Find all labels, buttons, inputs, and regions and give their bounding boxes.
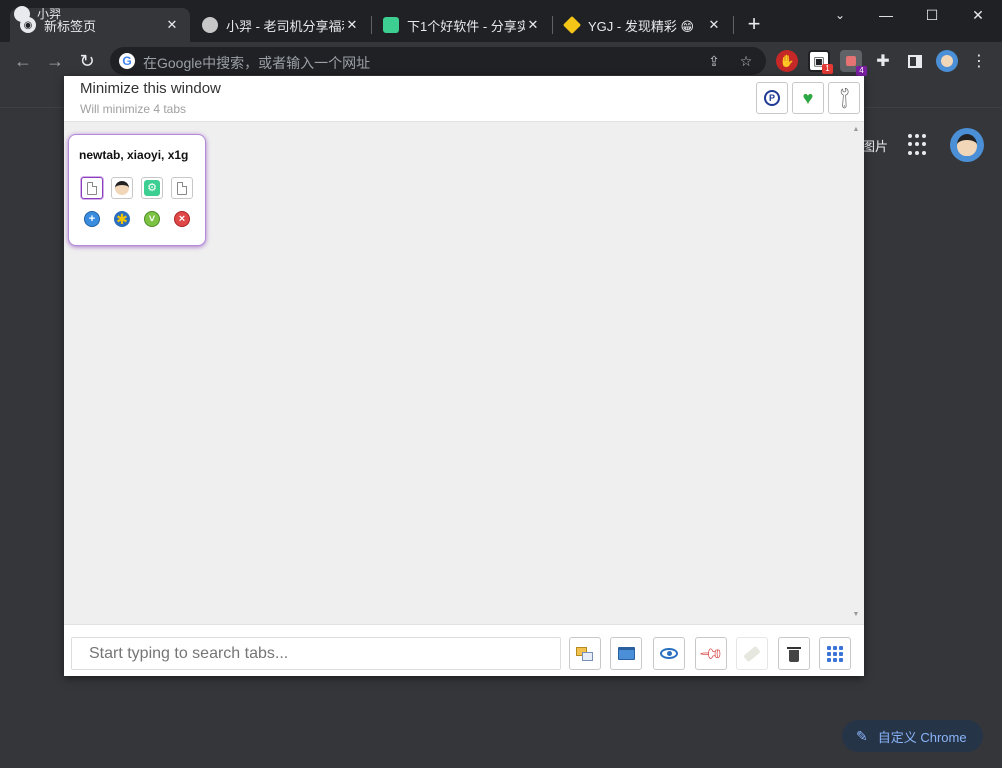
reload-button[interactable]: ↻	[75, 50, 99, 74]
donate-heart-button[interactable]: ♥	[792, 82, 824, 114]
heart-icon: ♥	[802, 88, 814, 108]
new-tab-button[interactable]: +	[742, 12, 766, 36]
tab-icon-x1g[interactable]: ⚙	[141, 177, 163, 199]
extension-badge: 1	[822, 64, 833, 74]
tab-ygj[interactable]: YGJ - 发现精彩 😁 ✕	[554, 8, 732, 42]
account-avatar[interactable]	[950, 128, 984, 162]
software-icon	[383, 17, 399, 33]
tab-title: 下1个好软件 - 分享实用	[407, 18, 525, 34]
tab-title: YGJ - 发现精彩 😁	[588, 18, 694, 34]
folder-icon	[617, 647, 635, 660]
scrollbar-down-arrow[interactable]: ▼	[852, 611, 860, 618]
eraser-icon	[743, 645, 761, 662]
extension-badge: 4	[856, 66, 867, 76]
adblock-extension-icon[interactable]: ✋	[776, 50, 798, 72]
grid-view-button[interactable]	[819, 637, 851, 670]
close-icon[interactable]: ×	[174, 211, 190, 227]
close-window-button[interactable]: ✕	[955, 0, 1001, 30]
folder-tabs-icon	[576, 646, 594, 662]
popup-title: Minimize this window	[80, 80, 221, 97]
share-icon[interactable]: ⇪	[706, 53, 722, 69]
paypal-icon: P	[764, 90, 780, 106]
pin-button[interactable]: 📌︎	[695, 637, 727, 670]
tab-title: 新标签页	[44, 18, 97, 34]
new-window-button[interactable]	[610, 637, 642, 670]
add-icon[interactable]: +	[84, 211, 100, 227]
minimize-window-button[interactable]: —	[863, 0, 909, 30]
tab-divider	[552, 16, 553, 34]
popup-footer: 📌︎	[64, 624, 864, 676]
window-card-title: newtab, xiaoyi, x1g	[79, 148, 189, 162]
popup-subtitle: Will minimize 4 tabs	[80, 102, 187, 116]
search-tabs-input[interactable]	[71, 637, 561, 670]
minimize-icon[interactable]: ˅	[144, 211, 160, 227]
tab-manager-popup: Minimize this window Will minimize 4 tab…	[64, 76, 864, 676]
tab-divider	[733, 16, 734, 34]
close-tab-icon[interactable]: ✕	[525, 17, 541, 33]
tab-x1g[interactable]: 下1个好软件 - 分享实用 ✕	[373, 8, 551, 42]
trash-icon	[787, 646, 801, 662]
preview-button[interactable]	[653, 637, 685, 670]
settings-icon[interactable]: ✱	[114, 211, 130, 227]
tab-icon-xiaoyi[interactable]	[111, 177, 133, 199]
customize-chrome-button[interactable]: ✎ 自定义 Chrome	[842, 720, 983, 752]
avatar-icon	[115, 181, 129, 195]
tab-xiaoyi[interactable]: 小羿 - 老司机分享福利 ✕	[192, 8, 370, 42]
address-bar-placeholder: 在Google中搜索，或者输入一个网址	[143, 55, 371, 71]
grid-icon	[827, 645, 843, 662]
delete-button[interactable]	[778, 637, 810, 670]
back-button[interactable]: ←	[11, 50, 35, 74]
pin-icon: 📌︎	[697, 640, 724, 668]
pencil-icon: ✎	[856, 727, 868, 744]
customize-label: 自定义 Chrome	[877, 729, 967, 745]
bookmark-item[interactable]: 小羿	[14, 5, 61, 22]
more-menu-icon[interactable]: ⋮	[968, 50, 990, 72]
side-panel-icon[interactable]	[904, 50, 926, 72]
google-icon: G	[119, 53, 135, 69]
bookmark-label: 小羿	[37, 7, 62, 21]
extensions-puzzle-icon[interactable]: ✚	[872, 50, 894, 72]
paypal-button[interactable]: P	[756, 82, 788, 114]
tab-icon-ygj[interactable]	[171, 177, 193, 199]
extension-icon[interactable]: ▣ 1	[808, 50, 833, 74]
tab-divider	[371, 16, 372, 34]
google-apps-icon[interactable]	[908, 134, 930, 156]
clear-button[interactable]	[736, 637, 768, 670]
tab-icon-newtab[interactable]	[81, 177, 103, 199]
wrench-icon: 🔧︎	[830, 85, 857, 112]
popup-header: Minimize this window Will minimize 4 tab…	[64, 76, 864, 122]
bookmark-star-icon[interactable]: ☆	[738, 53, 754, 69]
close-tab-icon[interactable]: ✕	[164, 17, 180, 33]
address-bar[interactable]: G 在Google中搜索，或者输入一个网址 ⇪ ☆	[110, 47, 766, 75]
gear-icon: ⚙	[144, 180, 160, 196]
eye-icon	[660, 648, 678, 659]
tab-title: 小羿 - 老司机分享福利	[226, 18, 344, 34]
profile-avatar[interactable]	[936, 50, 958, 72]
avatar-icon	[202, 17, 218, 33]
blank-page-icon	[87, 181, 97, 195]
window-card[interactable]: newtab, xiaoyi, x1g ⚙ + ✱ ˅ ×	[68, 134, 206, 246]
move-tabs-button[interactable]	[569, 637, 601, 670]
avatar-icon	[14, 5, 30, 22]
maximize-window-button[interactable]: ☐	[909, 0, 955, 30]
scrollbar-up-arrow[interactable]: ▲	[852, 126, 860, 133]
close-tab-icon[interactable]: ✕	[706, 17, 722, 33]
blank-page-icon	[177, 181, 187, 195]
tab-search-chevron-icon[interactable]: ⌄	[817, 0, 863, 30]
ygj-icon	[562, 15, 582, 35]
tab-manager-extension-icon[interactable]: 4	[840, 50, 867, 76]
images-link[interactable]: 图片	[862, 136, 888, 155]
forward-button[interactable]: →	[43, 50, 67, 74]
settings-wrench-button[interactable]: 🔧︎	[828, 82, 860, 114]
close-tab-icon[interactable]: ✕	[344, 17, 360, 33]
